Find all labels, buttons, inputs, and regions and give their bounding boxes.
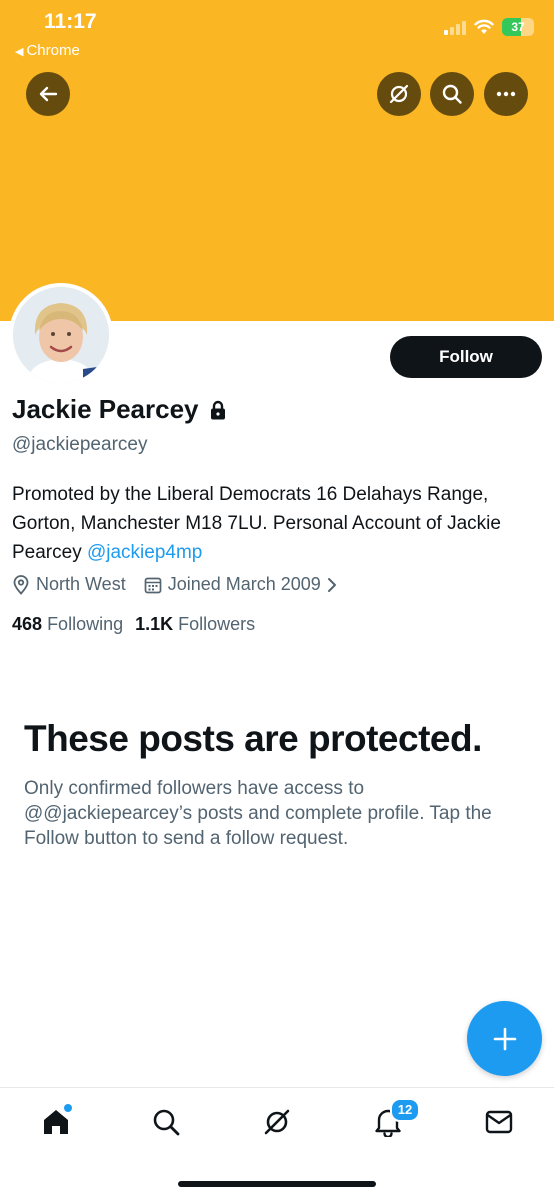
notifications-badge: 12 — [390, 1098, 420, 1122]
follow-button[interactable]: Follow — [390, 336, 542, 378]
plus-icon — [493, 1027, 516, 1050]
wifi-icon — [474, 19, 494, 34]
avatar-image — [13, 287, 109, 383]
more-icon — [496, 91, 516, 97]
following-count: 468 — [12, 614, 43, 634]
protected-title: These posts are protected. — [24, 718, 482, 759]
location-text: North West — [36, 574, 126, 594]
compose-button[interactable] — [467, 1001, 542, 1076]
followers-count: 1.1K — [135, 614, 174, 634]
avatar[interactable] — [9, 283, 113, 387]
messages-icon — [485, 1110, 513, 1134]
tab-notifications[interactable]: 12 — [368, 1098, 420, 1142]
back-arrow-icon — [39, 86, 58, 102]
signal-icon — [444, 19, 466, 35]
grok-icon — [264, 1109, 290, 1135]
chevron-right-icon — [327, 577, 336, 592]
lock-icon — [210, 400, 225, 419]
joined-date[interactable]: Joined March 2009 — [144, 574, 337, 595]
battery-icon: 37 — [502, 18, 534, 36]
status-time: 11:17 — [44, 10, 97, 33]
profile-name-row: Jackie Pearcey — [12, 394, 227, 425]
grok-icon — [389, 84, 409, 104]
following-link[interactable]: 468 Following — [12, 614, 123, 635]
tab-search[interactable] — [146, 1102, 186, 1142]
profile-meta: North West Joined March 2009 — [12, 574, 355, 595]
back-button[interactable] — [26, 72, 70, 116]
protected-body: Only confirmed followers have access to … — [24, 778, 492, 849]
followers-label: Followers — [178, 614, 256, 634]
profile-stats: 468 Following 1.1K Followers — [12, 614, 255, 635]
back-app-label: Chrome — [26, 42, 80, 59]
joined-text: Joined March 2009 — [167, 574, 321, 594]
calendar-icon — [144, 577, 162, 593]
profile-banner — [0, 0, 554, 321]
search-icon — [442, 84, 462, 104]
home-unread-dot — [64, 1104, 72, 1112]
grok-button[interactable] — [377, 72, 421, 116]
followers-link[interactable]: 1.1K Followers — [135, 614, 255, 635]
back-to-app-link[interactable]: ◀ Chrome — [15, 42, 80, 59]
profile-handle: @jackiepearcey — [12, 434, 148, 455]
tab-grok[interactable] — [257, 1102, 297, 1142]
location-icon — [13, 574, 29, 595]
location: North West — [12, 574, 126, 595]
following-label: Following — [47, 614, 124, 634]
profile-bio: Promoted by the Liberal Democrats 16 Del… — [12, 480, 542, 567]
search-icon — [153, 1109, 180, 1136]
tab-home[interactable] — [36, 1102, 76, 1142]
search-button[interactable] — [430, 72, 474, 116]
tab-messages[interactable] — [479, 1102, 519, 1142]
profile-name: Jackie Pearcey — [12, 394, 199, 424]
battery-level: 37 — [511, 20, 525, 34]
bio-text: Promoted by the Liberal Democrats 16 Del… — [12, 484, 501, 563]
more-button[interactable] — [484, 72, 528, 116]
bio-mention-link[interactable]: @jackiep4mp — [87, 542, 202, 563]
status-indicators: 37 — [444, 18, 534, 36]
home-indicator — [178, 1181, 376, 1187]
